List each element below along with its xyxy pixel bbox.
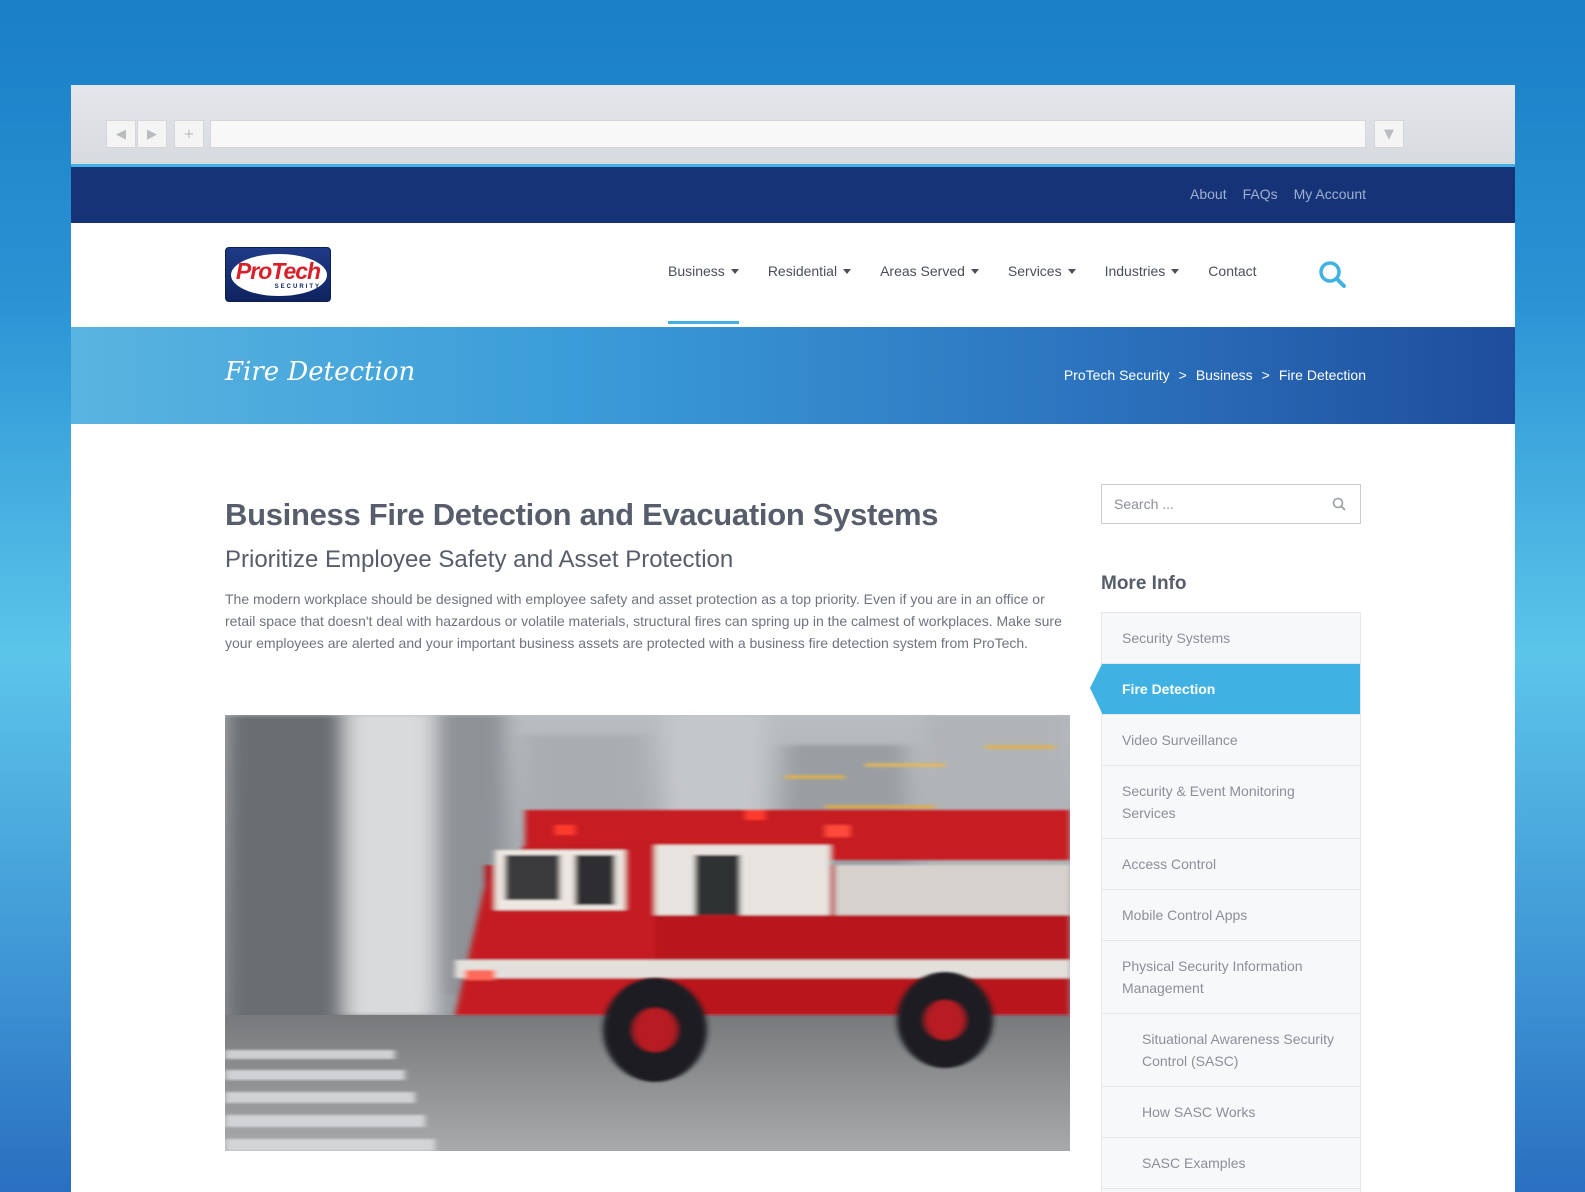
top-utility-bar: About FAQs My Account (71, 167, 1515, 223)
more-info-title: More Info (1101, 573, 1187, 594)
article-heading: Business Fire Detection and Evacuation S… (225, 497, 939, 532)
menu-item-video-surveillance[interactable]: Video Surveillance (1102, 715, 1360, 766)
caret-down-icon (1067, 268, 1076, 274)
menu-item-mobile-apps[interactable]: Mobile Control Apps (1102, 890, 1360, 941)
browser-chrome: ◀ ▶ + ▼ (71, 85, 1515, 167)
nav-item-industries[interactable]: Industries (1105, 263, 1180, 279)
site-header: ProTech SECURITY Business Residential Ar… (71, 223, 1515, 327)
breadcrumb-separator: > (1178, 367, 1187, 383)
sidebar: Search ... More Info Security Systems Fi… (1090, 484, 1361, 1192)
nav-item-residential[interactable]: Residential (768, 263, 852, 279)
menu-item-sasc[interactable]: Situational Awareness Security Control (… (1102, 1014, 1360, 1087)
fire-truck-illustration (225, 715, 1070, 1151)
menu-item-access-control[interactable]: Access Control (1102, 839, 1360, 890)
menu-item-event-monitoring[interactable]: Security & Event Monitoring Services (1102, 766, 1360, 839)
article-paragraph: The modern workplace should be designed … (225, 591, 1062, 651)
menu-item-psim[interactable]: Physical Security Information Management (1102, 941, 1360, 1014)
new-tab-icon[interactable]: + (174, 120, 204, 148)
browser-window: ◀ ▶ + ▼ About FAQs My Account ProTech SE… (71, 85, 1515, 1192)
breadcrumb: ProTech Security > Business > Fire Detec… (1064, 367, 1366, 383)
search-icon[interactable] (1317, 259, 1349, 291)
sidebar-search-input[interactable]: Search ... (1101, 484, 1361, 524)
main-content-area: Business Fire Detection and Evacuation S… (71, 424, 1515, 1192)
page-banner: Fire Detection ProTech Security > Busine… (71, 327, 1515, 424)
caret-down-icon (1171, 268, 1180, 274)
main-nav: Business Residential Areas Served Servic… (668, 263, 1286, 324)
article-subheading: Prioritize Employee Safety and Asset Pro… (225, 546, 734, 573)
breadcrumb-business[interactable]: Business (1196, 367, 1253, 383)
top-link-my-account[interactable]: My Account (1294, 186, 1366, 202)
caret-down-icon (970, 268, 979, 274)
top-link-faqs[interactable]: FAQs (1243, 186, 1278, 202)
protech-logo[interactable]: ProTech SECURITY (225, 247, 331, 302)
top-link-about[interactable]: About (1190, 186, 1227, 202)
nav-item-business[interactable]: Business (668, 263, 739, 324)
page-title: Fire Detection (225, 357, 416, 387)
search-icon[interactable] (1332, 497, 1346, 516)
nav-item-areas-served[interactable]: Areas Served (880, 263, 979, 279)
menu-item-how-sasc-works[interactable]: How SASC Works (1102, 1087, 1360, 1138)
address-bar[interactable] (210, 120, 1366, 148)
breadcrumb-current: Fire Detection (1278, 367, 1366, 383)
more-info-menu: Security Systems Fire Detection Video Su… (1090, 612, 1361, 1192)
back-icon[interactable]: ◀ (106, 120, 136, 148)
menu-item-fire-detection[interactable]: Fire Detection (1090, 664, 1360, 715)
dropdown-icon[interactable]: ▼ (1374, 120, 1404, 148)
caret-down-icon (730, 268, 739, 274)
fire-truck-image (225, 715, 1070, 1151)
article: Business Fire Detection and Evacuation S… (225, 497, 1070, 654)
menu-item-security-systems[interactable]: Security Systems (1102, 613, 1360, 664)
forward-icon[interactable]: ▶ (137, 120, 167, 148)
breadcrumb-home[interactable]: ProTech Security (1064, 367, 1170, 383)
breadcrumb-separator: > (1261, 367, 1270, 383)
nav-item-contact[interactable]: Contact (1208, 263, 1256, 279)
nav-item-services[interactable]: Services (1008, 263, 1076, 279)
caret-down-icon (843, 268, 852, 274)
menu-item-sasc-examples[interactable]: SASC Examples (1102, 1138, 1360, 1189)
